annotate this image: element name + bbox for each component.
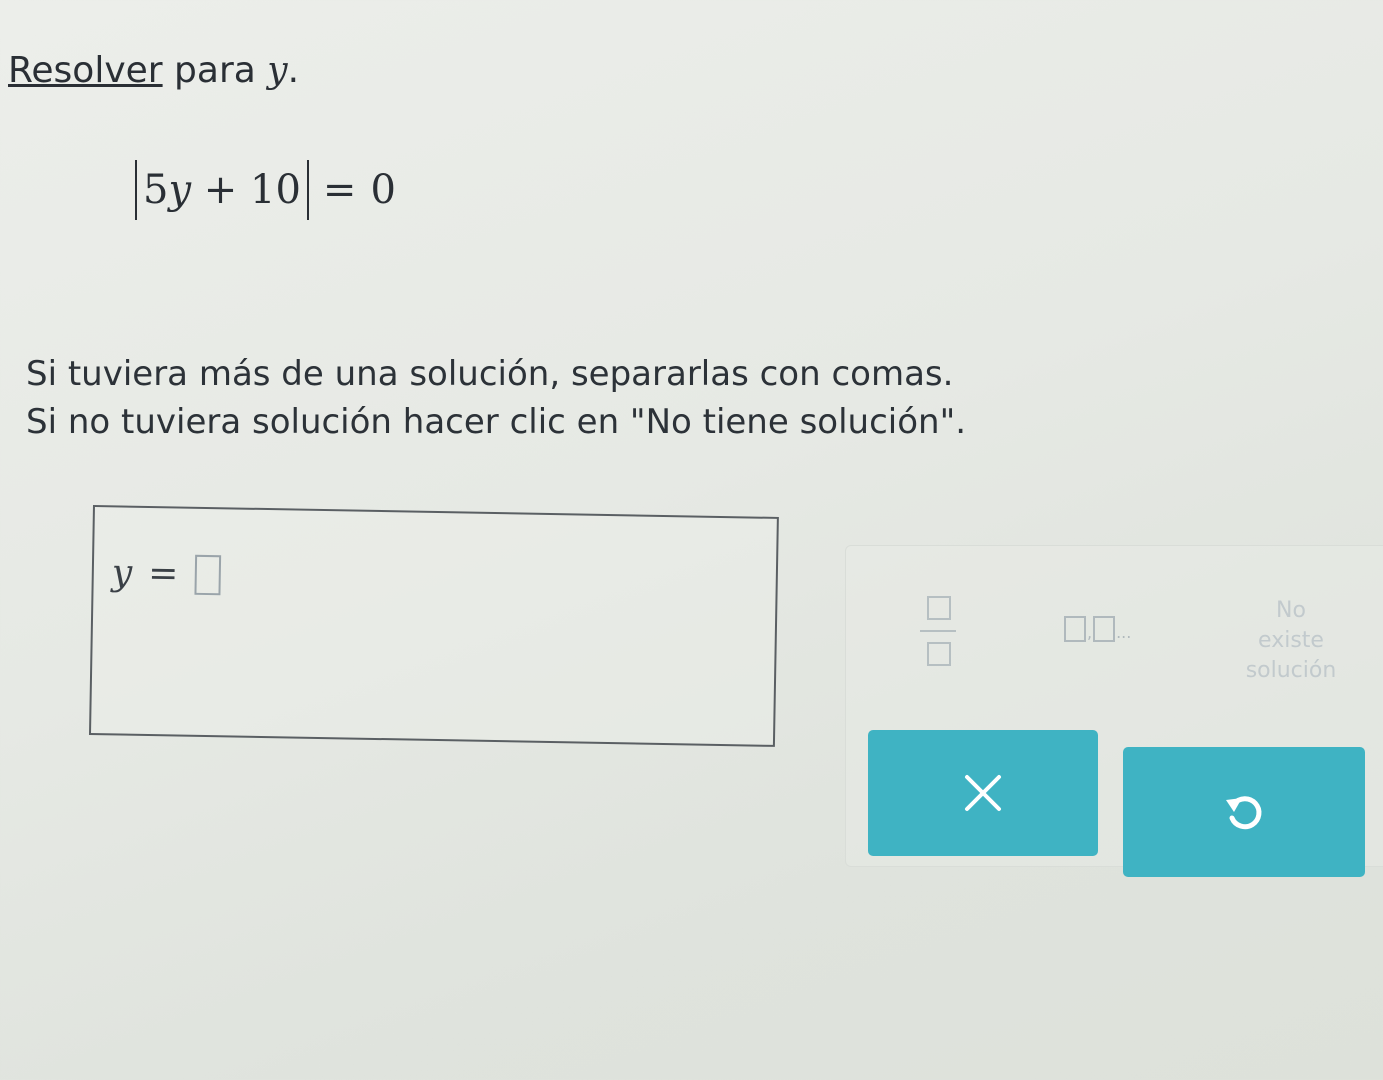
list-slot-icon [1093,616,1116,642]
plus-operator: + [203,167,238,213]
instruction-no-solution: Si no tuviera solución hacer clic en "No… [26,402,967,442]
fraction-bar-icon [920,630,956,632]
answer-box[interactable]: y = [88,505,779,747]
no-solution-label-3: solución [1245,658,1337,683]
resolver-link[interactable]: Resolver [8,50,163,91]
answer-variable: y [111,552,133,594]
close-icon [965,775,1001,811]
answer-input[interactable] [193,554,221,595]
undo-button[interactable] [1123,747,1365,877]
no-solution-key[interactable]: No existe solución [1231,596,1351,686]
answer-equals: = [147,552,179,595]
constant: 10 [250,167,301,213]
equals-sign: = [322,167,357,213]
list-ellipsis: ... [1116,623,1132,642]
list-key[interactable]: , ... [1064,616,1132,642]
question-prompt: Resolver para y. [8,50,299,91]
undo-icon [1226,796,1262,830]
equation: 5y + 10 = 0 [135,160,396,220]
no-solution-label-1: No [1276,598,1306,623]
equation-rhs: 0 [370,167,396,213]
prompt-text: para [162,50,268,91]
prompt-variable: y [267,50,288,91]
instruction-multiple-solutions: Si tuviera más de una solución, separarl… [26,354,954,394]
no-solution-label-2: existe [1258,628,1324,653]
instructions: Si tuviera más de una solución, separarl… [26,350,966,446]
denominator-slot-icon [927,642,951,666]
numerator-slot-icon [927,596,951,620]
coefficient: 5 [143,167,169,213]
list-slot-icon [1064,616,1086,642]
fraction-key[interactable] [918,590,958,670]
clear-button[interactable] [868,730,1098,856]
absolute-value-expression: 5y + 10 [135,160,309,220]
answer-line: y = [111,552,221,595]
prompt-period: . [287,50,300,91]
equation-variable: y [168,167,192,213]
list-comma: , [1087,623,1093,642]
